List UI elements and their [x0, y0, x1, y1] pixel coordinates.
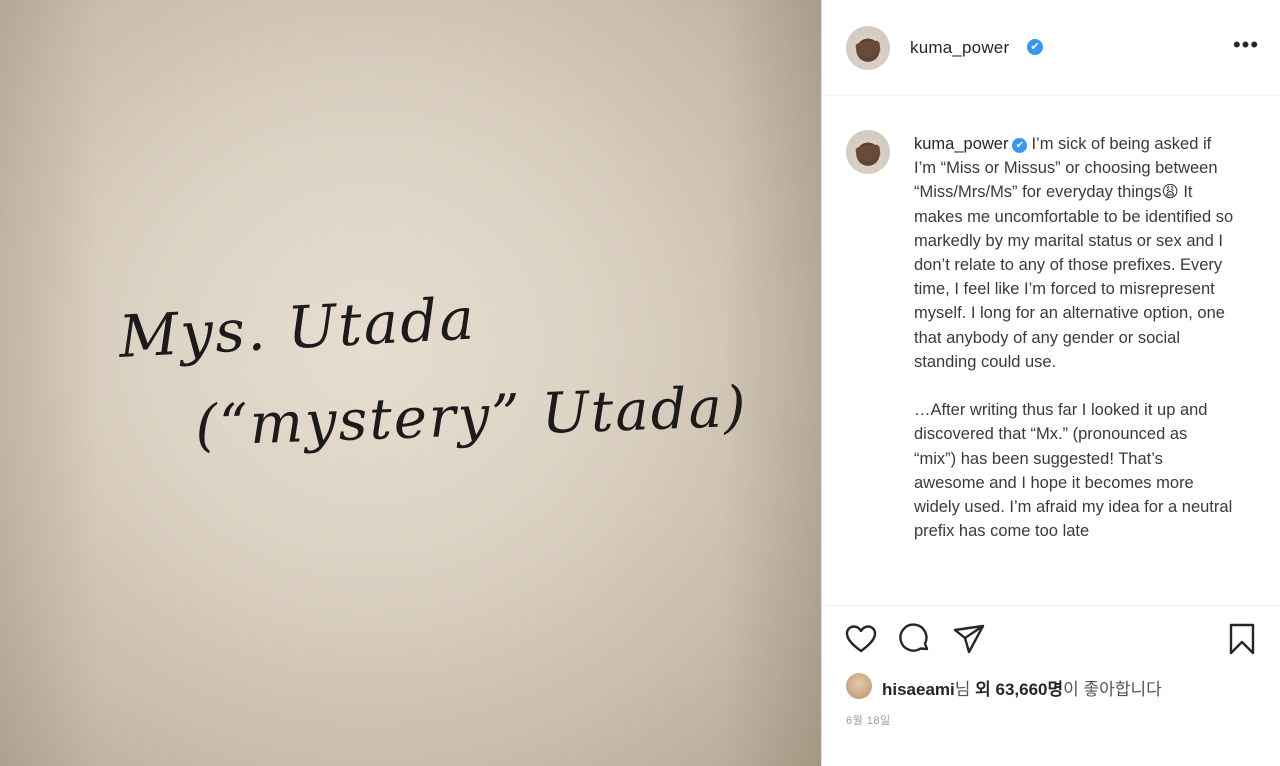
post-photo: Mys. Utada (“mystery” Utada)	[0, 0, 821, 766]
handwriting-line-1: Mys. Utada	[116, 284, 477, 371]
handwriting-line-2: (“mystery” Utada)	[194, 375, 749, 459]
handwriting-image: Mys. Utada (“mystery” Utada)	[116, 284, 749, 459]
caption-avatar[interactable]	[846, 130, 890, 174]
liker-username[interactable]: hisaeami	[882, 680, 955, 699]
heart-icon[interactable]	[844, 622, 878, 656]
caption-section[interactable]: kuma_power ✔ I’m sick of being asked if I’…	[822, 96, 1280, 606]
post-header: kuma_power ✔ •••	[822, 0, 1280, 96]
post-sidebar: kuma_power ✔ ••• kuma_power ✔ I’m sick of …	[821, 0, 1280, 766]
caption-text: kuma_power ✔ I’m sick of being asked if I’…	[914, 132, 1234, 543]
likes-count[interactable]: 63,660명	[996, 680, 1064, 699]
username-link[interactable]: kuma_power	[910, 38, 1009, 58]
caption-body: I’m sick of being asked if I’m “Miss or …	[914, 135, 1234, 541]
liker-avatar	[846, 673, 872, 699]
avatar[interactable]	[846, 26, 890, 70]
bookmark-icon[interactable]	[1225, 622, 1259, 656]
likes-summary[interactable]: hisaeami님 외 63,660명이 좋아합니다	[846, 672, 1266, 700]
post-date: 6월 18일	[846, 715, 891, 727]
more-options-icon[interactable]: •••	[1232, 34, 1260, 60]
verified-badge-icon: ✔	[1027, 39, 1043, 55]
caption-username-link[interactable]: kuma_power	[914, 135, 1008, 153]
caption-verified-badge-icon: ✔	[1012, 138, 1028, 153]
action-bar	[822, 606, 1280, 668]
share-icon[interactable]	[952, 622, 986, 656]
comment-icon[interactable]	[898, 622, 932, 656]
